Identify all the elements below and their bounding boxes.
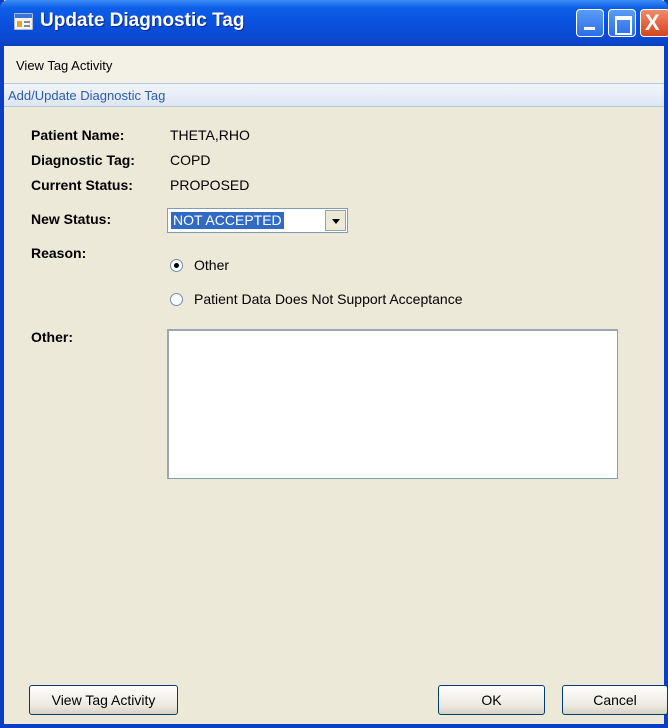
- maximize-icon[interactable]: [608, 9, 636, 37]
- cancel-button[interactable]: Cancel: [562, 685, 668, 715]
- ok-button[interactable]: OK: [438, 685, 545, 715]
- reason-patient-data-label[interactable]: Patient Data Does Not Support Acceptance: [194, 291, 463, 307]
- window-title: Update Diagnostic Tag: [40, 10, 245, 31]
- menu-view-tag-activity[interactable]: View Tag Activity: [16, 58, 112, 73]
- new-status-selected-value: NOT ACCEPTED: [171, 212, 284, 229]
- form-panel: Patient Name: THETA,RHO Diagnostic Tag: …: [4, 107, 668, 724]
- current-status-label: Current Status:: [31, 177, 133, 193]
- reason-other-radio[interactable]: [170, 259, 183, 272]
- other-textarea[interactable]: [167, 329, 618, 479]
- section-header-label: Add/Update Diagnostic Tag: [8, 88, 166, 103]
- diagnostic-tag-value: COPD: [170, 152, 211, 168]
- title-bar[interactable]: Update Diagnostic Tag X: [0, 0, 668, 46]
- close-icon[interactable]: X: [640, 9, 668, 37]
- menu-bar: View Tag Activity: [4, 46, 664, 83]
- app-window-icon: [14, 13, 33, 30]
- reason-patient-data-radio[interactable]: [170, 293, 183, 306]
- section-header: Add/Update Diagnostic Tag: [4, 83, 664, 107]
- chevron-down-icon[interactable]: [325, 210, 346, 231]
- new-status-label: New Status:: [31, 211, 112, 227]
- patient-name-value: THETA,RHO: [170, 127, 250, 143]
- reason-label: Reason:: [31, 245, 87, 261]
- update-diagnostic-tag-window: Update Diagnostic Tag X View Tag Activit…: [0, 0, 668, 728]
- minimize-icon[interactable]: [576, 9, 604, 37]
- current-status-value: PROPOSED: [170, 177, 250, 193]
- new-status-dropdown[interactable]: NOT ACCEPTED: [167, 208, 348, 233]
- reason-other-label[interactable]: Other: [194, 257, 229, 273]
- view-tag-activity-button[interactable]: View Tag Activity: [29, 685, 178, 715]
- patient-name-label: Patient Name:: [31, 127, 125, 143]
- close-glyph: X: [645, 10, 660, 35]
- other-label: Other:: [31, 329, 73, 345]
- diagnostic-tag-label: Diagnostic Tag:: [31, 152, 135, 168]
